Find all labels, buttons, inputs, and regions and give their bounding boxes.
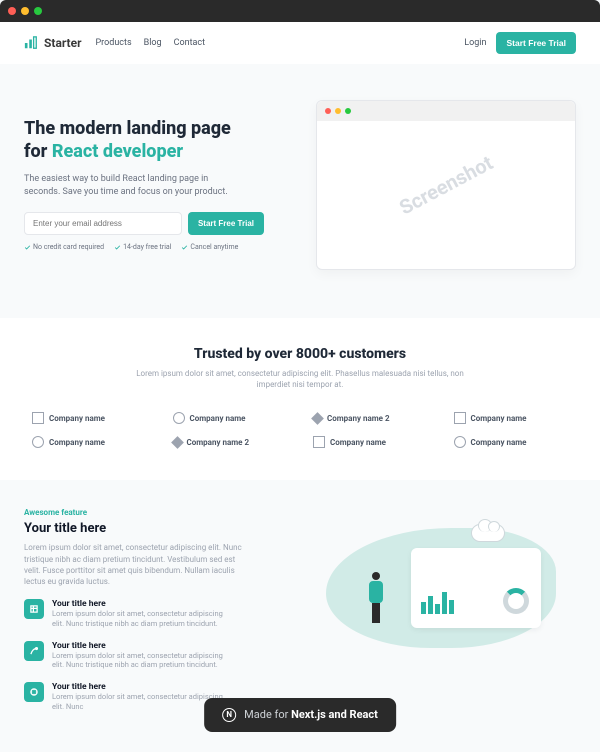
brand-item: Company name bbox=[24, 412, 155, 424]
square-icon bbox=[454, 412, 466, 424]
hero-checks: No credit card required 14-day free tria… bbox=[24, 243, 296, 251]
brand-item: Company name bbox=[446, 436, 577, 448]
mock-chrome bbox=[317, 101, 575, 121]
brand-name-label: Company name bbox=[330, 438, 386, 447]
hero-subtitle: The easiest way to build React landing p… bbox=[24, 173, 244, 198]
nextjs-icon: N bbox=[222, 708, 236, 722]
brand-name: Starter bbox=[44, 36, 82, 50]
brand-name-label: Company name 2 bbox=[327, 414, 390, 423]
feature-title: Your title here bbox=[24, 521, 300, 536]
mock-dot-close bbox=[325, 108, 331, 114]
feature-icon bbox=[24, 641, 44, 661]
check-icon bbox=[114, 244, 121, 251]
email-input[interactable] bbox=[24, 212, 182, 235]
feature-illustration bbox=[316, 508, 576, 668]
whiteboard bbox=[411, 548, 541, 628]
brand-name-label: Company name 2 bbox=[187, 438, 250, 447]
mock-dot-min bbox=[335, 108, 341, 114]
square-icon bbox=[32, 412, 44, 424]
hero-title: The modern landing page for React develo… bbox=[24, 118, 296, 163]
hero-section: The modern landing page for React develo… bbox=[0, 64, 600, 318]
nav-blog[interactable]: Blog bbox=[144, 38, 162, 48]
feature-item: Your title here Lorem ipsum dolor sit am… bbox=[24, 641, 300, 671]
brand-grid: Company name Company name Company name 2 Co… bbox=[24, 412, 576, 448]
browser-chrome bbox=[0, 0, 600, 22]
nav-contact[interactable]: Contact bbox=[174, 38, 205, 48]
login-link[interactable]: Login bbox=[464, 38, 486, 48]
brand-item: Company name 2 bbox=[305, 412, 436, 424]
trusted-title: Trusted by over 8000+ customers bbox=[24, 346, 576, 362]
feature-section: Awesome feature Your title here Lorem ip… bbox=[0, 480, 600, 751]
email-capture: Start Free Trial bbox=[24, 212, 264, 235]
feature-item-title: Your title here bbox=[52, 599, 232, 609]
screenshot-watermark: Screenshot bbox=[395, 150, 497, 219]
brand-name-label: Company name bbox=[190, 414, 246, 423]
check-icon bbox=[181, 244, 188, 251]
hero-start-trial-button[interactable]: Start Free Trial bbox=[188, 212, 264, 235]
banner-bold: Next.js and React bbox=[291, 708, 378, 721]
brand-item: Company name bbox=[24, 436, 155, 448]
brand-name-label: Company name bbox=[471, 438, 527, 447]
traffic-light-close bbox=[8, 7, 16, 15]
traffic-light-min bbox=[21, 7, 29, 15]
diamond-icon bbox=[311, 412, 324, 425]
circle-icon bbox=[32, 436, 44, 448]
feature-item-title: Your title here bbox=[52, 682, 232, 692]
feature-item-desc: Lorem ipsum dolor sit amet, consectetur … bbox=[52, 651, 232, 671]
brand-item: Company name bbox=[446, 412, 577, 424]
check-14day: 14-day free trial bbox=[114, 243, 171, 251]
main-nav: Products Blog Contact bbox=[96, 38, 206, 48]
check-icon bbox=[24, 244, 31, 251]
brand-name-label: Company name bbox=[49, 438, 105, 447]
hero-title-accent: React developer bbox=[52, 141, 183, 162]
square-icon bbox=[313, 436, 325, 448]
site-header: Starter Products Blog Contact Login Star… bbox=[0, 22, 600, 64]
hero-title-line1: The modern landing page bbox=[24, 118, 231, 139]
brand-name-label: Company name bbox=[471, 414, 527, 423]
check-no-card: No credit card required bbox=[24, 243, 104, 251]
diamond-icon bbox=[171, 436, 184, 449]
bars-icon bbox=[24, 36, 38, 50]
brand-name-label: Company name bbox=[49, 414, 105, 423]
made-for-banner: N Made for Next.js and React bbox=[204, 698, 396, 732]
feature-item-desc: Lorem ipsum dolor sit amet, consectetur … bbox=[52, 609, 232, 629]
feature-item-title: Your title here bbox=[52, 641, 232, 651]
circle-icon bbox=[454, 436, 466, 448]
person-icon bbox=[372, 572, 383, 623]
mock-dot-max bbox=[345, 108, 351, 114]
trusted-section: Trusted by over 8000+ customers Lorem ip… bbox=[0, 318, 600, 480]
trusted-subtitle: Lorem ipsum dolor sit amet, consectetur … bbox=[130, 368, 470, 390]
check-cancel: Cancel anytime bbox=[181, 243, 238, 251]
brand-item: Company name bbox=[305, 436, 436, 448]
cloud-icon bbox=[471, 524, 505, 542]
traffic-light-max bbox=[34, 7, 42, 15]
brand-item: Company name 2 bbox=[165, 436, 296, 448]
bar-chart-icon bbox=[421, 592, 454, 614]
circle-icon bbox=[173, 412, 185, 424]
hero-title-for: for bbox=[24, 141, 52, 162]
feature-item: Your title here Lorem ipsum dolor sit am… bbox=[24, 599, 300, 629]
screenshot-placeholder: Screenshot bbox=[316, 100, 576, 270]
brand-logo[interactable]: Starter bbox=[24, 36, 82, 50]
feature-icon bbox=[24, 599, 44, 619]
feature-icon bbox=[24, 682, 44, 702]
banner-prefix: Made for bbox=[244, 708, 288, 721]
donut-chart-icon bbox=[503, 588, 529, 614]
nav-products[interactable]: Products bbox=[96, 38, 132, 48]
feature-desc: Lorem ipsum dolor sit amet, consectetur … bbox=[24, 542, 244, 587]
feature-overtitle: Awesome feature bbox=[24, 508, 300, 517]
start-trial-button[interactable]: Start Free Trial bbox=[496, 32, 576, 54]
brand-item: Company name bbox=[165, 412, 296, 424]
